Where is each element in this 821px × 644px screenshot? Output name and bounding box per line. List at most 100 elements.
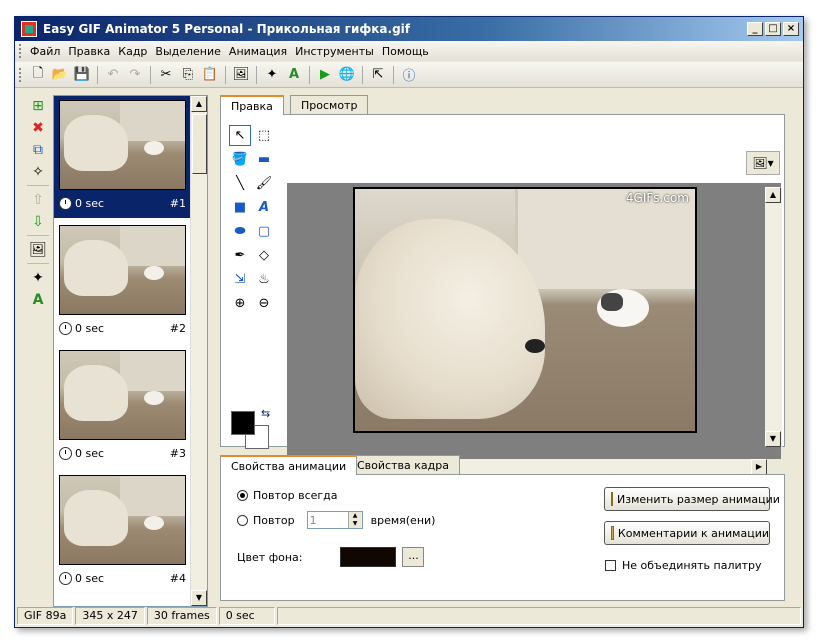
foreground-color-swatch[interactable] <box>231 411 255 435</box>
add-frame-icon[interactable]: ⊞ <box>27 95 49 117</box>
move-up-icon[interactable]: ⇧ <box>27 189 49 211</box>
frame-number: #4 <box>169 571 186 585</box>
tab-edit[interactable]: Правка <box>220 95 284 115</box>
ellipse-icon[interactable]: ⬬ <box>229 221 251 242</box>
spray-icon[interactable]: ♨ <box>253 269 275 290</box>
duplicate-frame-icon[interactable]: ⧉ <box>27 139 49 161</box>
frame-item[interactable]: 0 sec #4 <box>54 471 191 593</box>
canvas-scroll-up[interactable]: ▲ <box>765 187 781 203</box>
frame-thumbnail <box>59 100 186 190</box>
animation-comments-button[interactable]: Комментарии к анимации <box>604 521 770 545</box>
gradient-icon[interactable]: ▬ <box>253 149 275 170</box>
app-window: Easy GIF Animator 5 Personal - Прикольна… <box>14 16 804 628</box>
magic-wand-icon[interactable]: ✦ <box>262 65 282 85</box>
delete-frame-icon[interactable]: ✖ <box>27 117 49 139</box>
frame-list-scrollbar[interactable]: ▲ ▼ <box>190 96 207 606</box>
repeat-count-stepper[interactable]: ▲▼ <box>306 511 363 529</box>
scroll-up-button[interactable]: ▲ <box>191 96 207 112</box>
menu-frame[interactable]: Кадр <box>114 45 151 58</box>
brush-icon[interactable]: 🖌 <box>253 173 275 194</box>
swap-colors-icon[interactable]: ⇆ <box>261 407 270 420</box>
no-merge-palette-checkbox[interactable] <box>605 560 616 571</box>
frame-image-icon[interactable]: 🖼 <box>27 239 49 261</box>
eyedropper-icon[interactable]: ✒ <box>229 245 251 266</box>
frame-wand-icon[interactable]: ✦ <box>27 267 49 289</box>
choose-color-button[interactable]: ... <box>402 547 425 567</box>
export-icon[interactable]: ⇱ <box>368 65 388 85</box>
paste-icon[interactable]: 📋 <box>200 65 220 85</box>
menu-file[interactable]: Файл <box>26 45 64 58</box>
resize-icon <box>611 492 613 506</box>
redo-icon[interactable]: ↷ <box>125 65 145 85</box>
insert-blank-frame-icon[interactable]: ✧ <box>27 161 49 183</box>
canvas-vertical-scrollbar[interactable]: ▲ ▼ <box>765 187 782 447</box>
status-size: 345 x 247 <box>75 607 145 625</box>
minimize-button[interactable]: _ <box>747 22 763 36</box>
rectangle-icon[interactable]: ■ <box>229 197 251 218</box>
gif-canvas[interactable]: 4GIFs.com <box>353 187 697 433</box>
play-icon[interactable]: ▶ <box>315 65 335 85</box>
clock-icon <box>59 571 72 585</box>
clock-icon <box>59 446 72 460</box>
canvas-scroll-down[interactable]: ▼ <box>765 431 781 447</box>
frame-item[interactable]: 0 sec #1 <box>54 96 191 218</box>
scroll-down-button[interactable]: ▼ <box>191 590 207 606</box>
app-icon <box>21 21 37 37</box>
text-icon[interactable]: A <box>253 197 275 218</box>
open-folder-icon[interactable]: 📂 <box>50 65 70 85</box>
menu-edit[interactable]: Правка <box>64 45 114 58</box>
save-icon[interactable]: 💾 <box>72 65 92 85</box>
frame-thumbnail <box>59 350 186 440</box>
tab-frame-properties[interactable]: Свойства кадра <box>346 455 460 475</box>
menu-help[interactable]: Помощь <box>378 45 433 58</box>
undo-icon[interactable]: ↶ <box>103 65 123 85</box>
edit-panel: Правка Просмотр ↖ ⬚ 🪣 ▬ ╲ 🖌 ■ A ⬬ ▢ ✒ ◇ ⇲ ♨ ⊕ ⊖ … <box>220 95 785 476</box>
help-icon[interactable]: ⓘ <box>399 65 419 85</box>
status-empty <box>276 607 801 625</box>
color-picker[interactable]: ⇆ <box>231 407 271 451</box>
frame-item[interactable]: 0 sec #2 <box>54 221 191 343</box>
close-button[interactable]: × <box>783 22 799 36</box>
line-icon[interactable]: ╲ <box>229 173 251 194</box>
resize-animation-button[interactable]: Изменить размер анимации <box>604 487 780 511</box>
text-tool-icon[interactable]: A <box>284 65 304 85</box>
frame-number: #2 <box>169 321 186 335</box>
stepper-arrows[interactable]: ▲ ▼ <box>347 512 362 528</box>
eraser-icon[interactable]: ◇ <box>253 245 275 266</box>
fill-bucket-icon[interactable]: 🪣 <box>229 149 251 170</box>
frame-list[interactable]: 0 sec #1 0 sec #2 0 sec #3 0 sec #4 ▲ ▼ <box>53 95 208 607</box>
move-down-icon[interactable]: ⇩ <box>27 211 49 233</box>
copy-icon[interactable]: ⎘ <box>178 65 198 85</box>
drawing-tools: ↖ ⬚ 🪣 ▬ ╲ 🖌 ■ A ⬬ ▢ ✒ ◇ ⇲ ♨ ⊕ ⊖ <box>229 125 279 317</box>
pointer-icon[interactable]: ↖ <box>229 125 251 146</box>
insert-image-icon[interactable]: 🖼 <box>231 65 251 85</box>
title-bar[interactable]: Easy GIF Animator 5 Personal - Прикольна… <box>15 17 803 41</box>
repeat-count-input[interactable] <box>307 512 348 528</box>
zoom-in-icon[interactable]: ⊕ <box>229 293 251 314</box>
tab-animation-properties[interactable]: Свойства анимации <box>220 455 358 475</box>
resize-tool-icon[interactable]: ⇲ <box>229 269 251 290</box>
menu-animation[interactable]: Анимация <box>225 45 291 58</box>
scroll-thumb[interactable] <box>192 114 207 174</box>
menu-selection[interactable]: Выделение <box>151 45 225 58</box>
frame-thumbnail <box>59 225 186 315</box>
canvas-area[interactable]: 4GIFs.com <box>287 183 781 459</box>
status-format: GIF 89a <box>17 607 74 625</box>
tab-preview[interactable]: Просмотр <box>290 95 369 115</box>
new-file-icon[interactable]: 🗋 <box>28 65 48 85</box>
menu-tools[interactable]: Инструменты <box>291 45 378 58</box>
repeat-count-radio[interactable] <box>237 514 248 526</box>
rect-select-icon[interactable]: ⬚ <box>253 125 275 146</box>
cut-icon[interactable]: ✂ <box>156 65 176 85</box>
image-tools-dropdown[interactable]: 🖼▾ <box>746 151 780 175</box>
frame-text-icon[interactable]: A <box>27 289 49 311</box>
properties-panel: Свойства анимации Свойства кадра Повтор … <box>220 455 785 601</box>
repeat-always-radio[interactable] <box>237 490 248 501</box>
maximize-button[interactable]: □ <box>765 22 781 36</box>
preview-browser-icon[interactable]: 🌐 <box>337 65 357 85</box>
status-time: 0 sec <box>218 607 275 625</box>
background-color-box[interactable] <box>340 547 397 567</box>
zoom-out-icon[interactable]: ⊖ <box>253 293 275 314</box>
frame-item[interactable]: 0 sec #3 <box>54 346 191 468</box>
rounded-rect-icon[interactable]: ▢ <box>253 221 275 242</box>
